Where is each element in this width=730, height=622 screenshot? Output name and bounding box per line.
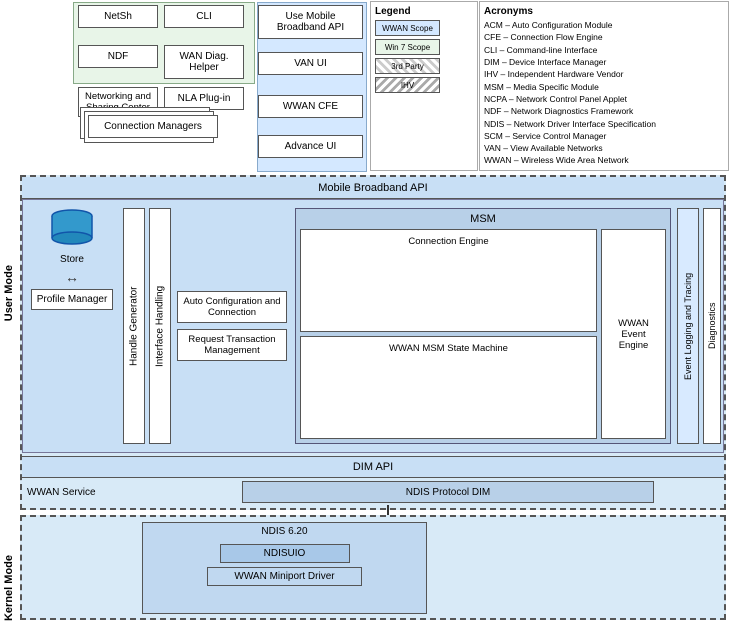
ndis-620-section: NDIS 6.20 NDISUIO WWAN Miniport Driver bbox=[142, 522, 427, 614]
store-icon bbox=[48, 208, 96, 248]
van-ui-box: VAN UI bbox=[258, 52, 363, 75]
auto-config-box: Auto Configuration and Connection bbox=[177, 291, 287, 323]
legend-section: Legend WWAN Scope Win 7 Scope 3rd Party … bbox=[370, 1, 478, 171]
mobile-broadband-api-box: Use Mobile Broadband API bbox=[258, 5, 363, 39]
dim-api-bar: DIM API bbox=[22, 456, 724, 478]
wwan-line: WWAN – Wireless Wide Area Network bbox=[484, 154, 724, 166]
auto-config-col: Auto Configuration and Connection Reques… bbox=[173, 200, 291, 452]
user-mode-label: User Mode bbox=[3, 265, 15, 321]
diagnostics-box: Diagnostics bbox=[703, 208, 721, 444]
inner-content-area: Store ↔ Profile Manager Handle Generator… bbox=[22, 199, 724, 453]
connection-engine-box: Connection Engine bbox=[300, 229, 597, 332]
connection-managers-stack: Connection Managers bbox=[88, 115, 218, 138]
legend-win7-box: Win 7 Scope bbox=[375, 39, 440, 55]
wwan-cfe-box: WWAN CFE bbox=[258, 95, 363, 118]
mba-bar: Mobile Broadband API bbox=[22, 177, 724, 199]
wan-diag-box: WAN Diag. Helper bbox=[164, 45, 244, 79]
interface-handling-box: Interface Handling bbox=[149, 208, 171, 444]
legend-wwan-box: WWAN Scope bbox=[375, 20, 440, 36]
legend-wwan: WWAN Scope bbox=[375, 20, 473, 36]
dim-line: DIM – Device Interface Manager bbox=[484, 56, 724, 68]
msm-left-col: Connection Engine WWAN MSM State Machine bbox=[300, 229, 597, 439]
scm-line: SCM – Service Control Manager bbox=[484, 130, 724, 142]
legend-ihv: IHV bbox=[375, 77, 473, 93]
ihv-line: IHV – Independent Hardware Vendor bbox=[484, 68, 724, 80]
netsh-box: NetSh bbox=[78, 5, 158, 28]
legend-win7: Win 7 Scope bbox=[375, 39, 473, 55]
msm-line: MSM – Media Specific Module bbox=[484, 81, 724, 93]
legend-title: Legend bbox=[375, 6, 473, 17]
request-trans-box: Request Transaction Management bbox=[177, 329, 287, 361]
acm-line: ACM – Auto Configuration Module bbox=[484, 19, 724, 31]
msm-inner: Connection Engine WWAN MSM State Machine… bbox=[300, 229, 666, 439]
wwan-miniport-box: WWAN Miniport Driver bbox=[207, 567, 362, 586]
profile-manager-box: Profile Manager bbox=[31, 289, 113, 310]
wwan-msm-state-box: WWAN MSM State Machine bbox=[300, 336, 597, 439]
advance-ui-box: Advance UI bbox=[258, 135, 363, 158]
connection-managers-box: Connection Managers bbox=[88, 115, 218, 138]
acronyms-list: ACM – Auto Configuration Module CFE – Co… bbox=[484, 19, 724, 167]
ndf-line: NDF – Network Diagnostics Framework bbox=[484, 105, 724, 117]
ndis-620-title: NDIS 6.20 bbox=[143, 523, 426, 540]
legend-ihv-box: IHV bbox=[375, 77, 440, 93]
handle-generator-box: Handle Generator bbox=[123, 208, 145, 444]
kernel-mode-label: Kernel Mode bbox=[3, 555, 15, 621]
cli-box: CLI bbox=[164, 5, 244, 28]
acronyms-section: Acronyms ACM – Auto Configuration Module… bbox=[479, 1, 729, 171]
store-profile-col: Store ↔ Profile Manager bbox=[23, 200, 121, 452]
van-line: VAN – View Available Networks bbox=[484, 142, 724, 154]
ncpa-line: NCPA – Network Control Panel Applet bbox=[484, 93, 724, 105]
ndis-protocol-dim-box: NDIS Protocol DIM bbox=[242, 481, 654, 503]
ndisuio-box: NDISUIO bbox=[220, 544, 350, 563]
store-label: Store bbox=[60, 254, 84, 265]
diagram-container: NetSh CLI NDF WAN Diag. Helper Networkin… bbox=[0, 0, 730, 622]
cfe-line: CFE – Connection Flow Engine bbox=[484, 31, 724, 43]
ndf-box: NDF bbox=[78, 45, 158, 68]
legend-party-box: 3rd Party bbox=[375, 58, 440, 74]
ndis-line: NDIS – Network Driver Interface Specific… bbox=[484, 118, 724, 130]
wwan-service-label: WWAN Service bbox=[27, 487, 96, 498]
ndis-inner-boxes: NDISUIO WWAN Miniport Driver bbox=[143, 540, 426, 590]
cli-line: CLI – Command-line Interface bbox=[484, 44, 724, 56]
msm-section: MSM Connection Engine WWAN MSM State Mac… bbox=[295, 208, 671, 444]
kernel-mode-section: NDIS 6.20 NDISUIO WWAN Miniport Driver bbox=[20, 515, 726, 620]
event-logging-box: Event Logging and Tracing bbox=[677, 208, 699, 444]
legend-party: 3rd Party bbox=[375, 58, 473, 74]
user-mode-section: Mobile Broadband API Store bbox=[20, 175, 726, 510]
msm-title: MSM bbox=[300, 213, 666, 225]
wwan-event-engine-box: WWAN Event Engine bbox=[601, 229, 666, 439]
acronyms-title: Acronyms bbox=[484, 6, 724, 17]
store-arrow: ↔ bbox=[65, 269, 79, 285]
